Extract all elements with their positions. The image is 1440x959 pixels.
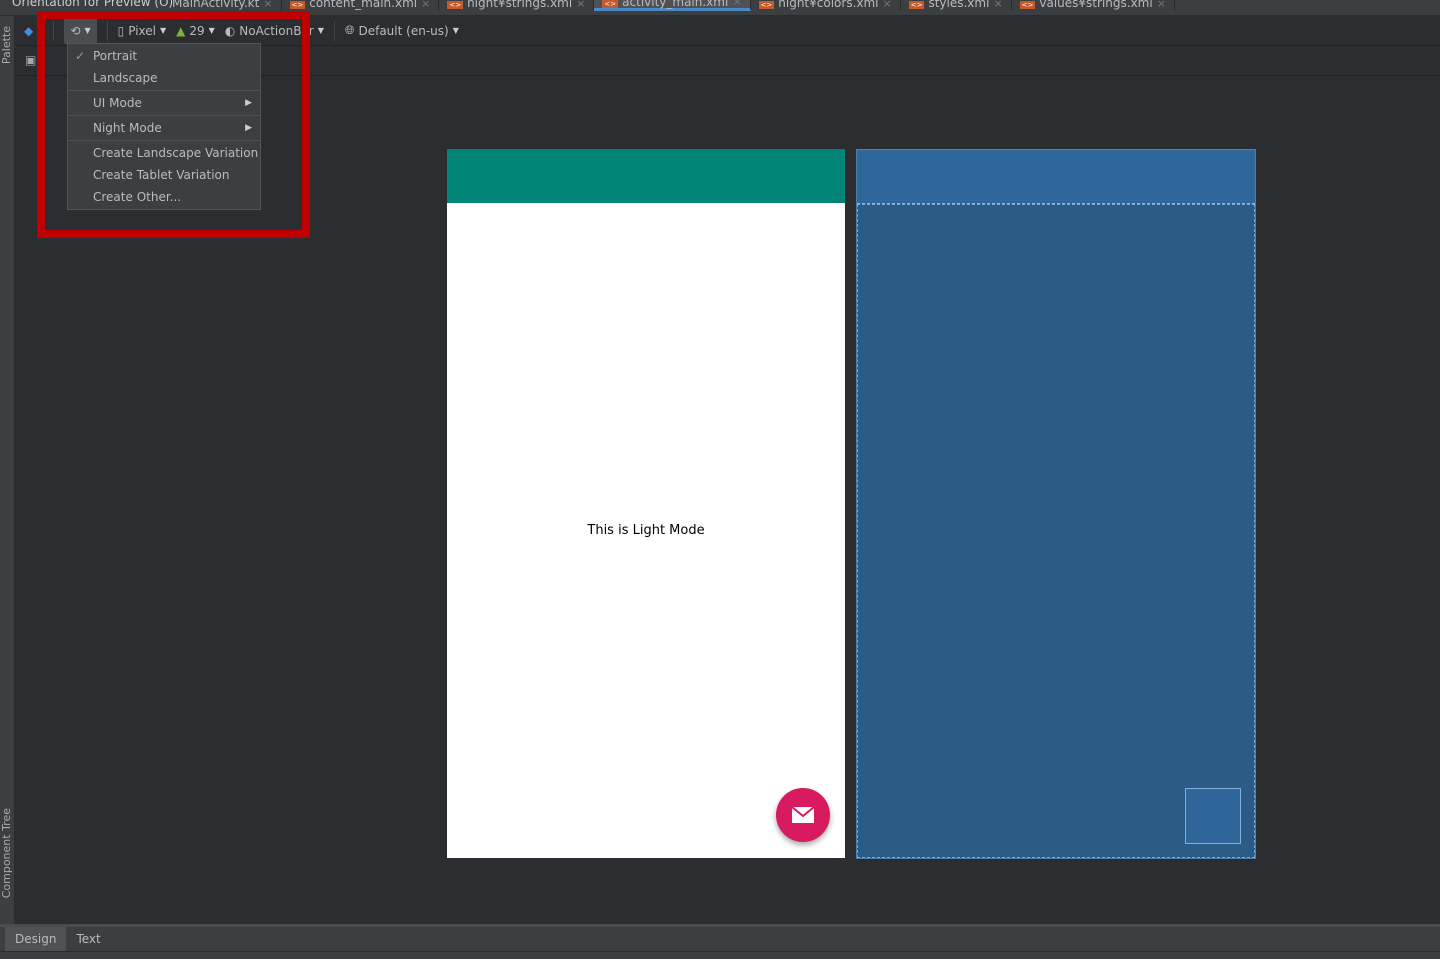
divider: [333, 20, 335, 41]
component-tree-tool-tab[interactable]: Component Tree: [0, 808, 15, 898]
menu-item-create-tablet[interactable]: Create Tablet Variation: [68, 164, 260, 186]
xml-file-icon: <>: [1019, 1, 1036, 9]
menu-label: Portrait: [93, 49, 138, 63]
tab-night-strings[interactable]: <> night¥strings.xml ×: [439, 0, 595, 11]
menu-label: Create Landscape Variation: [93, 146, 259, 160]
close-icon[interactable]: ×: [263, 0, 272, 10]
tab-label: night¥strings.xml: [467, 0, 573, 10]
chevron-down-icon: ▼: [317, 26, 324, 35]
mail-icon: [791, 806, 815, 823]
menu-item-ui-mode[interactable]: UI Mode ▶: [68, 92, 260, 114]
tab-label: values¥strings.xml: [1039, 0, 1153, 10]
xml-file-icon: <>: [758, 1, 775, 9]
android-icon: ▲: [176, 23, 186, 38]
design-preview[interactable]: This is Light Mode: [447, 149, 845, 858]
layers-icon: ◆: [24, 23, 34, 38]
close-icon[interactable]: ×: [732, 0, 741, 8]
divider: [68, 115, 260, 116]
menu-item-create-landscape[interactable]: Create Landscape Variation: [68, 142, 260, 164]
api-label: 29: [189, 23, 205, 38]
chevron-down-icon: ▼: [84, 26, 91, 35]
api-selector[interactable]: ▲ 29 ▼: [176, 24, 215, 38]
chevron-down-icon: ▼: [208, 26, 215, 35]
menu-item-landscape[interactable]: Landscape: [68, 67, 260, 89]
menu-label: Landscape: [93, 71, 158, 85]
chevron-down-icon: ▼: [37, 26, 44, 35]
device-selector[interactable]: ▯ Pixel ▼: [118, 24, 167, 38]
blueprint-fab: [1185, 788, 1241, 844]
tab-label: night¥colors.xml: [778, 0, 879, 10]
menu-label: Night Mode: [93, 121, 162, 135]
menu-item-night-mode[interactable]: Night Mode ▶: [68, 117, 260, 139]
design-surface-button[interactable]: ◆ ▼: [24, 24, 43, 38]
tab-content-main[interactable]: <> content_main.xml ×: [282, 0, 440, 11]
menu-item-create-other[interactable]: Create Other...: [68, 186, 260, 208]
tab-label: activity_main.xml: [622, 0, 729, 9]
chevron-down-icon: ▼: [452, 26, 459, 35]
close-icon[interactable]: ×: [883, 0, 892, 10]
globe-icon: 🌐︎: [344, 23, 355, 37]
submenu-arrow-icon: ▶: [245, 123, 252, 133]
orientation-button[interactable]: ⟲ ▼: [64, 17, 97, 44]
menu-label: Create Other...: [93, 190, 182, 204]
xml-file-icon: <>: [447, 1, 464, 9]
blueprint-toggle-icon[interactable]: ▣: [25, 53, 36, 67]
xml-file-icon: <>: [602, 0, 619, 8]
close-icon[interactable]: ×: [1157, 0, 1166, 10]
xml-file-icon: <>: [908, 1, 925, 9]
tab-night-colors[interactable]: <> night¥colors.xml ×: [751, 0, 901, 11]
submenu-arrow-icon: ▶: [245, 98, 252, 108]
menu-label: UI Mode: [93, 96, 142, 110]
tab-label: styles.xml: [928, 0, 990, 10]
locale-selector[interactable]: 🌐︎ Default (en-us) ▼: [345, 23, 459, 38]
fab-button[interactable]: [776, 788, 830, 842]
tab-design[interactable]: Design: [5, 927, 67, 951]
chevron-down-icon: ▼: [159, 26, 167, 35]
orientation-menu: ✓ Portrait Landscape UI Mode ▶ Night Mode ▶…: [67, 43, 261, 210]
palette-tool-tab[interactable]: Palette: [0, 26, 15, 64]
blueprint-preview[interactable]: [856, 149, 1256, 859]
blueprint-content: [857, 204, 1255, 858]
close-icon[interactable]: ×: [993, 0, 1002, 10]
divider: [68, 90, 260, 91]
tab-styles[interactable]: <> styles.xml ×: [901, 0, 1012, 11]
editor-tabs: MainActivity.kt × <> content_main.xml × <> n…: [0, 0, 1440, 16]
xml-file-icon: <>: [289, 1, 306, 9]
theme-selector[interactable]: ◐ NoActionBar ▼: [225, 24, 324, 38]
tab-text[interactable]: Text: [66, 927, 110, 951]
menu-label: Create Tablet Variation: [93, 168, 230, 182]
divider: [106, 20, 108, 41]
tab-values-strings[interactable]: <> values¥strings.xml ×: [1012, 0, 1175, 11]
theme-icon: ◐: [224, 23, 236, 38]
app-bar: [447, 149, 845, 203]
status-bar: [0, 951, 1440, 959]
check-icon: ✓: [75, 49, 86, 63]
tab-label: MainActivity.kt: [172, 0, 260, 10]
tab-label: content_main.xml: [309, 0, 418, 10]
divider: [53, 20, 55, 41]
device-label: Pixel: [128, 23, 156, 38]
locale-label: Default (en-us): [358, 23, 449, 38]
preview-text[interactable]: This is Light Mode: [447, 523, 845, 538]
close-icon[interactable]: ×: [576, 0, 585, 10]
blueprint-app-bar: [857, 150, 1255, 204]
editor-mode-tabs: Design Text: [0, 924, 1440, 951]
left-tool-strip: Palette Component Tree: [0, 16, 15, 924]
close-icon[interactable]: ×: [421, 0, 430, 10]
tab-activity-main[interactable]: <> activity_main.xml ×: [594, 0, 751, 11]
theme-label: NoActionBar: [239, 23, 314, 38]
phone-icon: ▯: [117, 23, 125, 38]
divider: [68, 140, 260, 141]
menu-item-portrait[interactable]: ✓ Portrait: [68, 45, 260, 67]
tooltip: Orientation for Preview (O): [12, 0, 174, 9]
rotate-device-icon: ⟲: [70, 23, 81, 38]
layout-toolbar: ◆ ▼ ⟲ ▼ ▯ Pixel ▼ ▲ 29 ▼ ◐ NoActionBar ▼ 🌐︎ Defau…: [16, 16, 1440, 46]
